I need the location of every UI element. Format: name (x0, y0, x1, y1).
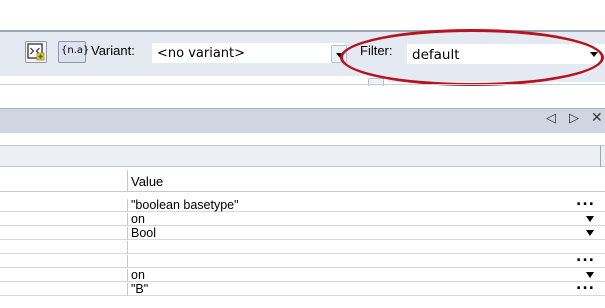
table-row[interactable]: on (0, 268, 605, 282)
window-title-area (0, 0, 605, 30)
ellipsis-button[interactable]: ... (576, 277, 595, 293)
ellipsis-button[interactable]: ... (576, 193, 595, 209)
row-divider (127, 241, 128, 254)
grid-title-edge (600, 146, 601, 167)
panel-gap (0, 133, 605, 145)
dropdown-arrow-icon[interactable] (586, 230, 594, 236)
ellipsis-button[interactable]: ... (576, 249, 595, 265)
table-row[interactable]: Bool (0, 226, 605, 240)
table-row[interactable]: "boolean basetype" ... (0, 193, 605, 212)
row-value[interactable]: on (131, 268, 145, 282)
variant-label: Variant: (91, 43, 135, 58)
variant-select[interactable]: <no variant> (152, 43, 347, 63)
row-value[interactable]: Bool (131, 226, 156, 240)
row-divider (127, 269, 128, 282)
table-row[interactable]: ... (0, 249, 605, 268)
row-divider (127, 283, 128, 296)
column-header-row: Value (0, 170, 605, 192)
row-value[interactable]: on (131, 212, 145, 226)
panel-header: ◁ ▷ ✕ (0, 108, 605, 133)
table-row[interactable]: "B" ... (0, 277, 605, 296)
row-value[interactable]: "B" (131, 282, 148, 296)
table-row[interactable] (0, 241, 605, 254)
close-icon[interactable]: ✕ (591, 110, 603, 126)
row-divider (127, 227, 128, 240)
row-divider (127, 213, 128, 226)
table-row[interactable]: on (0, 212, 605, 226)
toolbar-separator (0, 84, 605, 85)
add-window-icon[interactable] (25, 41, 47, 63)
toolbar-spacer (0, 86, 605, 108)
na-icon-text: {n.a} (61, 45, 90, 56)
row-value[interactable]: "boolean basetype" (131, 198, 239, 212)
dropdown-arrow-icon[interactable] (586, 216, 594, 222)
column-divider[interactable] (127, 170, 128, 192)
filter-highlight-annotation (340, 29, 604, 86)
scroll-left-icon[interactable]: ◁ (546, 111, 556, 126)
scroll-right-icon[interactable]: ▷ (569, 111, 579, 126)
value-column-header[interactable]: Value (131, 174, 163, 189)
row-divider (127, 255, 128, 268)
grid-title-bar (0, 145, 605, 167)
row-divider (127, 199, 128, 212)
variant-select-value: <no variant> (157, 46, 246, 61)
na-icon[interactable]: {n.a} (58, 41, 90, 63)
